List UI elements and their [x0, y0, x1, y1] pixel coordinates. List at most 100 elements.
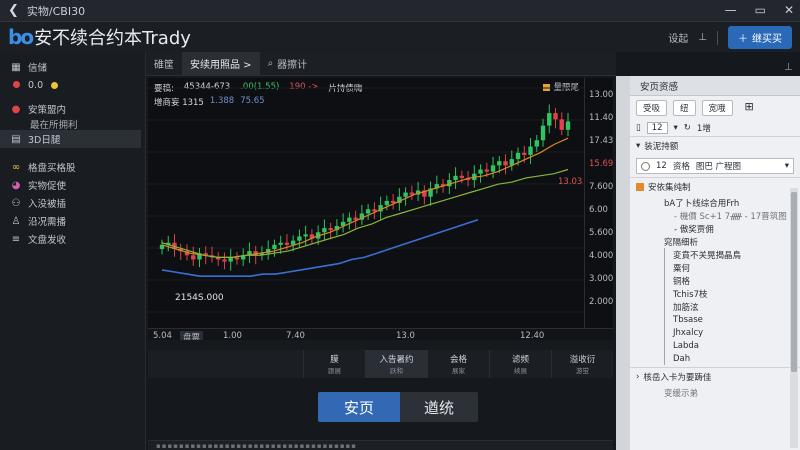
action-sub: 游蛍 — [576, 367, 589, 375]
tree-item-5[interactable]: 粟何 — [664, 261, 800, 274]
pin-toggle-icon[interactable]: ⊥ — [784, 62, 793, 73]
sidebar-item-0[interactable]: ▦ 信储 — [0, 58, 145, 76]
sidebar-item-8[interactable]: ≡ 文盘发收 — [0, 230, 145, 248]
tree-item-footer[interactable]: 变缓示弟 — [630, 386, 800, 399]
candle-body — [353, 217, 358, 220]
caret-icon[interactable]: ▾ — [674, 123, 678, 133]
tree-item-10[interactable]: Jhxalcy — [664, 326, 800, 339]
action-1[interactable]: 入告暑约 跃和 — [365, 350, 427, 378]
candle-body — [322, 228, 327, 233]
status-dot — [51, 81, 59, 89]
action-2[interactable]: 会格 展家 — [427, 350, 489, 378]
layout-icon[interactable]: ▯ — [636, 123, 641, 133]
tree-item-6[interactable]: 铜格 — [664, 274, 800, 287]
sidebar-item-4[interactable]: ∞ 格盘买格股 — [0, 158, 145, 176]
section-header-2[interactable]: 安依集纯制 — [630, 177, 800, 196]
sidebar-subitem[interactable]: 最在所拥利 — [0, 118, 145, 131]
section-title: 核岳入卡为要踌佳 — [643, 373, 712, 383]
tree-item-1[interactable]: - 機價 Sc+1 7ᚏ - 17晋筑图 — [630, 209, 800, 222]
scroll-ticks: ▪▪▪▪▪▪▪▪▪▪▪▪▪▪▪▪▪▪▪▪▪▪▪▪▪▪▪▪▪▪▪▪▪▪▪ — [156, 442, 358, 450]
candle-body — [365, 209, 371, 214]
panel-select[interactable]: 12 资格 图巴 广程图 ▾ — [636, 158, 794, 174]
section-header-3[interactable]: › 核岳入卡为要踌佳 — [630, 367, 800, 386]
right-panel-scrollbar[interactable] — [790, 188, 798, 448]
sidebar-item-label: 3D日腿 — [28, 135, 61, 146]
candle-body — [547, 113, 552, 126]
cta-secondary-button[interactable]: 遒统 — [400, 392, 478, 422]
chart-scrollbar[interactable] — [148, 340, 613, 350]
window-controls: — ▭ ✕ — [725, 3, 794, 17]
tool-box-1[interactable]: 12 — [646, 122, 668, 134]
sidebar-item-label: 沿况需播 — [28, 217, 67, 228]
tree-item-7[interactable]: Tchis7枝 — [664, 287, 800, 300]
candle-body — [303, 234, 308, 237]
sidebar: ▦ 信储 0.0 ● 安策盟内 最在所拥利 ▤ 3D日腿 ∞ 格盘买格股 ◕ 实… — [0, 52, 146, 450]
action-label: 滤频 — [511, 355, 529, 365]
tree-item-0[interactable]: bA了卜线综合用Frh — [630, 196, 800, 209]
tree-item-12[interactable]: Dah — [664, 352, 800, 365]
bottom-scrollbar[interactable]: ▪▪▪▪▪▪▪▪▪▪▪▪▪▪▪▪▪▪▪▪▪▪▪▪▪▪▪▪▪▪▪▪▪▪▪ — [148, 440, 613, 450]
sidebar-item-label: 信储 — [28, 63, 48, 74]
candle-body — [497, 161, 502, 166]
sidebar-item-1[interactable]: 0.0 — [0, 76, 145, 94]
action-label: 入告暑约 — [379, 355, 414, 365]
action-3[interactable]: 滤频 续展 — [489, 350, 551, 378]
action-sub: 跃和 — [390, 367, 403, 375]
folder-icon — [636, 183, 644, 191]
y-axis: 13.00 11.40 17.43 15.69 7.600 6.00 5.600 4.000 3… — [584, 78, 613, 328]
sidebar-item-3[interactable]: ▤ 3D日腿 — [0, 130, 141, 148]
candle-body — [484, 169, 489, 172]
sidebar-item-label: 格盘买格股 — [28, 163, 76, 174]
header-primary-button[interactable]: ＋ 继买买 — [728, 26, 792, 49]
sidebar-item-7[interactable]: ♙ 沿况需播 — [0, 212, 145, 230]
grid-view-icon[interactable]: ⊞ — [745, 100, 754, 116]
header-primary-button-label: 继买买 — [752, 34, 782, 45]
panel-button-2[interactable]: 宽哦 — [701, 100, 733, 116]
tree-item-2[interactable]: - 傲奖贾佣 — [630, 222, 800, 235]
tree-item-4[interactable]: 変賁不关晃揭晶鳥 — [664, 248, 800, 261]
tab-2[interactable]: ⌕ 器擦计 — [260, 52, 316, 76]
panel-button-0[interactable]: 受吸 — [636, 100, 668, 116]
candle-body — [328, 228, 333, 231]
search-icon: ⌕ — [267, 58, 274, 69]
tab-label: 器擦计 — [277, 60, 308, 71]
tree-item-3[interactable]: 窕隔细析 — [630, 235, 800, 248]
tree-item-9[interactable]: Tbsase — [664, 313, 800, 326]
sidebar-subitem-label: 最在所拥利 — [30, 120, 78, 131]
pin-icon[interactable]: ⊥ — [698, 32, 707, 43]
select-value-2: 资格 — [672, 162, 690, 172]
candle-body — [372, 209, 377, 212]
price-chart[interactable]: 要稿: 45344-673 .00(1.55) 190 -> 片持债嗨 增商妄 … — [148, 78, 613, 343]
tool-box-2[interactable]: 1增 — [697, 122, 711, 134]
y-tick-label: 6.00 — [589, 205, 608, 215]
panel-button-1[interactable]: 纽 — [673, 100, 696, 116]
chevron-right-icon: › — [636, 372, 640, 382]
settings-link[interactable]: 设起 — [668, 30, 688, 45]
maximize-icon[interactable]: ▭ — [755, 3, 766, 17]
back-icon[interactable]: ❮ — [8, 3, 19, 18]
sidebar-item-5[interactable]: ◕ 实物促使 — [0, 176, 145, 194]
sidebar-item-6[interactable]: ⚇ 入没被插 — [0, 194, 145, 212]
cta-group: 安页 遒统 — [318, 392, 478, 422]
palette-icon: ◕ — [11, 179, 21, 191]
cursor-price-label: 13.03 — [558, 177, 583, 187]
sidebar-item-label: 0.0 — [28, 79, 44, 91]
minimize-icon[interactable]: — — [725, 3, 737, 17]
cta-primary-button[interactable]: 安页 — [318, 392, 400, 422]
close-icon[interactable]: ✕ — [784, 3, 794, 17]
tree-item-8[interactable]: 加筋泫 — [664, 300, 800, 313]
window-title: 实物/CBI30 — [26, 4, 86, 18]
candle-body — [490, 165, 496, 172]
action-0[interactable]: 膜 跟展 — [303, 350, 365, 378]
tab-1[interactable]: 安续用照品 > — [182, 51, 260, 76]
tab-0[interactable]: 碓筐 — [146, 52, 182, 76]
sidebar-item-2[interactable]: ● 安策盟内 — [0, 100, 145, 118]
panel-splitter[interactable] — [616, 76, 630, 450]
action-4[interactable]: 溢收衍 游蛍 — [551, 350, 613, 378]
redo-icon[interactable]: ↻ — [684, 123, 691, 133]
tree-item-11[interactable]: Labda — [664, 339, 800, 352]
app-logo[interactable]: bo 安不续合约本Trady — [8, 24, 191, 50]
section-header-1[interactable]: ▾ 装泥持额 — [630, 136, 800, 155]
sidebar-item-label: 实物促使 — [28, 181, 67, 192]
sidebar-item-label: 入没被插 — [28, 199, 67, 210]
